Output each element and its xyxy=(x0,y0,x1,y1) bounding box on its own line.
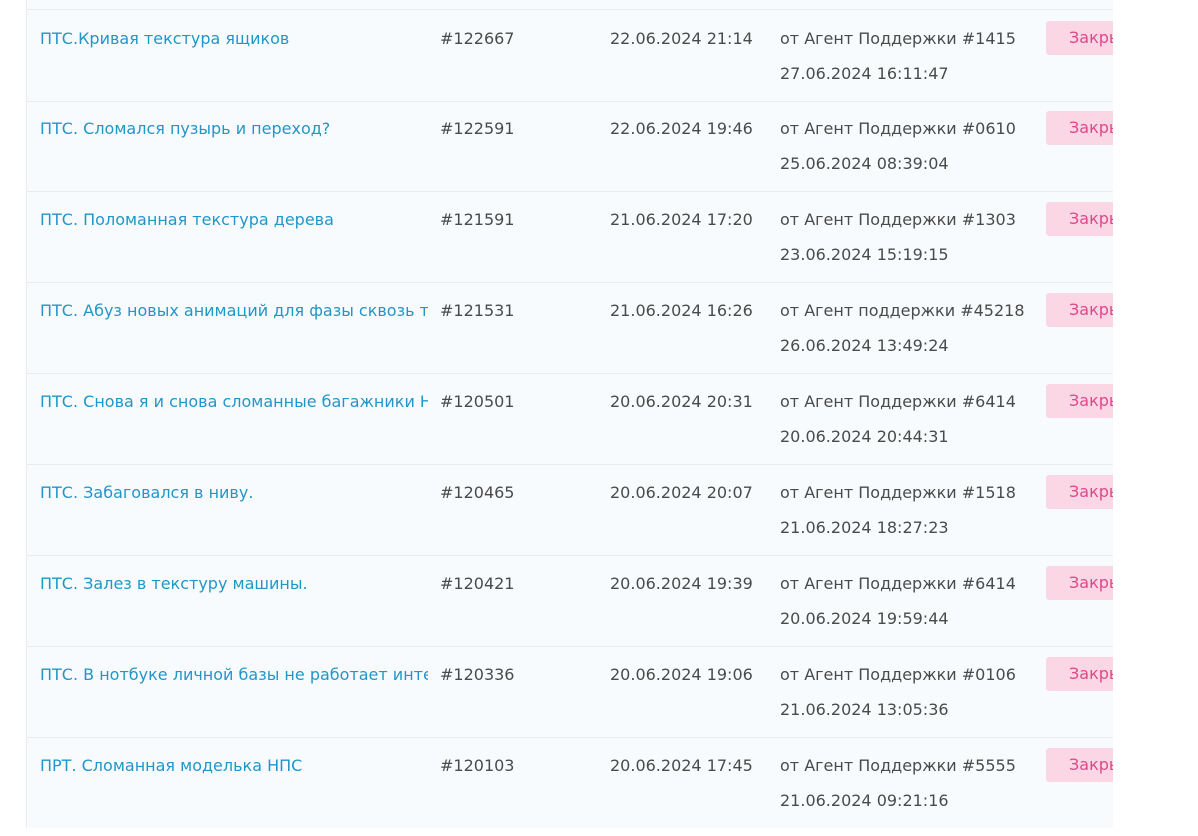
ticket-row[interactable]: ПТС. Абуз новых анимаций для фазы сквозь… xyxy=(27,282,1113,374)
ticket-row[interactable]: ПТС. Снова я и снова сломанные багажники… xyxy=(27,373,1113,465)
ticket-number: #122667 xyxy=(440,29,515,48)
status-badge: Закрыт xyxy=(1046,657,1113,691)
ticket-number: #120421 xyxy=(440,574,515,593)
ticket-last-reply-agent: от Агент Поддержки #6414 xyxy=(780,574,1016,593)
ticket-created-date: 22.06.2024 19:46 xyxy=(610,119,753,138)
ticket-created-date: 21.06.2024 17:20 xyxy=(610,210,753,229)
ticket-last-reply-agent: от Агент поддержки #45218 xyxy=(780,301,1025,320)
ticket-last-reply-time: 25.06.2024 08:39:04 xyxy=(780,154,949,173)
ticket-number: #120501 xyxy=(440,392,515,411)
status-badge: Закрыт xyxy=(1046,384,1113,418)
ticket-number: #120103 xyxy=(440,756,515,775)
ticket-created-date: 20.06.2024 19:06 xyxy=(610,665,753,684)
ticket-number: #121591 xyxy=(440,210,515,229)
tickets-table: ПТС.Кривая текстура ящиков #122667 22.06… xyxy=(26,0,1113,828)
status-badge: Закрыт xyxy=(1046,111,1113,145)
ticket-number: #121531 xyxy=(440,301,515,320)
ticket-last-reply-agent: от Агент Поддержки #1518 xyxy=(780,483,1016,502)
ticket-row[interactable]: ПТС. Сломался пузырь и переход? #122591 … xyxy=(27,100,1113,192)
ticket-title-link[interactable]: ПТС. Забаговался в ниву. xyxy=(40,483,428,503)
ticket-created-date: 20.06.2024 20:07 xyxy=(610,483,753,502)
ticket-row[interactable]: ПТС. Забаговался в ниву. #120465 20.06.2… xyxy=(27,464,1113,556)
ticket-last-reply-time: 21.06.2024 18:27:23 xyxy=(780,518,949,537)
ticket-last-reply-agent: от Агент Поддержки #0106 xyxy=(780,665,1016,684)
status-badge: Закрыт xyxy=(1046,21,1113,55)
ticket-title-link[interactable]: ПТС. Поломанная текстура дерева xyxy=(40,210,428,230)
ticket-title-link[interactable]: ПТС. Сломался пузырь и переход? xyxy=(40,119,428,139)
ticket-title-link[interactable]: ПТС.Кривая текстура ящиков xyxy=(40,29,428,49)
ticket-created-date: 20.06.2024 20:31 xyxy=(610,392,753,411)
ticket-last-reply-time: 27.06.2024 16:11:47 xyxy=(780,64,949,83)
ticket-created-date: 20.06.2024 17:45 xyxy=(610,756,753,775)
ticket-row[interactable]: ПТС. В нотбуке личной базы не работает и… xyxy=(27,646,1113,738)
status-badge: Закрыт xyxy=(1046,293,1113,327)
ticket-row[interactable]: ПТС.Кривая текстура ящиков #122667 22.06… xyxy=(27,9,1113,102)
ticket-title-link[interactable]: ПТС. Залез в текстуру машины. xyxy=(40,574,428,594)
ticket-last-reply-time: 23.06.2024 15:19:15 xyxy=(780,245,949,264)
ticket-title-link[interactable]: ПТС. Снова я и снова сломанные багажники… xyxy=(40,392,428,412)
ticket-last-reply-agent: от Агент Поддержки #0610 xyxy=(780,119,1016,138)
ticket-title-link[interactable]: ПРТ. Сломанная моделька НПС xyxy=(40,756,428,776)
status-badge: Закрыт xyxy=(1046,202,1113,236)
ticket-created-date: 20.06.2024 19:39 xyxy=(610,574,753,593)
ticket-last-reply-agent: от Агент Поддержки #6414 xyxy=(780,392,1016,411)
ticket-number: #122591 xyxy=(440,119,515,138)
ticket-row[interactable]: ПТС. Залез в текстуру машины. #120421 20… xyxy=(27,555,1113,647)
ticket-last-reply-time: 26.06.2024 13:49:24 xyxy=(780,336,949,355)
ticket-number: #120336 xyxy=(440,665,515,684)
ticket-row[interactable]: ПРТ. Сломанная моделька НПС #120103 20.0… xyxy=(27,737,1113,828)
ticket-created-date: 22.06.2024 21:14 xyxy=(610,29,753,48)
ticket-title-link[interactable]: ПТС. Абуз новых анимаций для фазы сквозь… xyxy=(40,301,428,321)
ticket-last-reply-time: 21.06.2024 09:21:16 xyxy=(780,791,949,810)
status-badge: Закрыт xyxy=(1046,566,1113,600)
status-badge: Закрыт xyxy=(1046,748,1113,782)
ticket-last-reply-time: 20.06.2024 19:59:44 xyxy=(780,609,949,628)
ticket-row[interactable]: ПТС. Поломанная текстура дерева #121591 … xyxy=(27,191,1113,283)
status-badge: Закрыт xyxy=(1046,475,1113,509)
ticket-last-reply-time: 20.06.2024 20:44:31 xyxy=(780,427,949,446)
ticket-last-reply-agent: от Агент Поддержки #5555 xyxy=(780,756,1016,775)
ticket-created-date: 21.06.2024 16:26 xyxy=(610,301,753,320)
ticket-number: #120465 xyxy=(440,483,515,502)
ticket-last-reply-agent: от Агент Поддержки #1303 xyxy=(780,210,1016,229)
ticket-title-link[interactable]: ПТС. В нотбуке личной базы не работает и… xyxy=(40,665,428,685)
ticket-last-reply-agent: от Агент Поддержки #1415 xyxy=(780,29,1016,48)
ticket-last-reply-time: 21.06.2024 13:05:36 xyxy=(780,700,949,719)
